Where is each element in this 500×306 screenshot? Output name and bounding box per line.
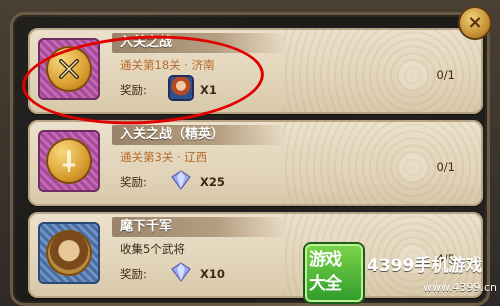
watermark-badge: 游戏 大全 (305, 244, 363, 302)
quest-title: 入关之战（精英） (120, 127, 225, 142)
quest-card[interactable]: 入关之战（精英） 通关第3关 · 辽西 奖励: X25 0/1 (28, 120, 483, 206)
badge-coin (46, 138, 92, 184)
reward-count: X10 (200, 267, 225, 281)
quest-requirement: 通关第3关 · 辽西 (120, 150, 208, 164)
quest-progress: 0/1 (436, 68, 455, 82)
badge-coin (46, 230, 92, 276)
quest-progress: 0/1 (436, 160, 455, 174)
quest-badge (38, 222, 100, 284)
close-icon: × (467, 12, 483, 33)
gem-icon (170, 169, 192, 191)
reward-count: X25 (200, 175, 225, 189)
sword-icon (62, 150, 76, 172)
watermark-badge-line1: 游戏 (309, 250, 342, 270)
watermark-title: 4399手机游戏 (367, 256, 483, 276)
reward-label: 奖励: (120, 175, 147, 189)
quest-requirement: 收集5个武将 (120, 242, 185, 256)
gem-icon (170, 261, 192, 283)
reward-label: 奖励: (120, 267, 147, 281)
close-button[interactable]: × (460, 8, 490, 38)
quest-badge (38, 130, 100, 192)
site-watermark: 游戏 大全 4399手机游戏 www.4399.cn (305, 244, 500, 306)
quest-title: 麾下千军 (120, 219, 173, 234)
watermark-badge-line2: 大全 (309, 274, 342, 294)
watermark-url: www.4399.cn (423, 281, 497, 294)
